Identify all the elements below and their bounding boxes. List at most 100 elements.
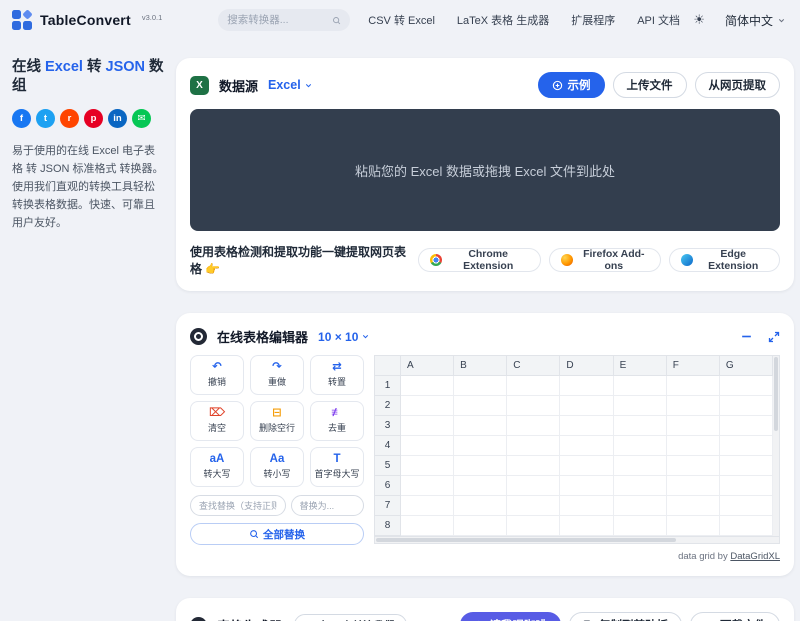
grid-cell[interactable] [454,476,508,496]
grid-cell[interactable] [613,516,667,536]
grid-cell[interactable] [401,496,455,516]
reddit-icon[interactable]: r [60,108,79,128]
download-file-button[interactable]: 下载文件 [690,612,780,621]
tool-delete-empty-rows[interactable]: ⊟ 删除空行 [250,401,304,441]
nav-link-csv-to-excel[interactable]: CSV 转 Excel [368,12,435,28]
grid-cell[interactable] [719,516,773,536]
buy-coffee-button[interactable]: ☕ 请我喝咖啡 [460,612,561,621]
brand-logo[interactable]: TableConvert v3.0.1 [12,9,162,30]
tool-lowercase[interactable]: Aa 转小写 [250,447,304,487]
firefox-addons-button[interactable]: Firefox Add-ons [549,248,662,272]
grid-cell[interactable] [666,476,720,496]
edge-extension-button[interactable]: Edge Extension [669,248,781,272]
follow-x-button[interactable]: X 在 X 上关注我们 [294,614,407,621]
language-selector[interactable]: 简体中文 [725,12,786,29]
grid-cell[interactable] [507,476,561,496]
nav-link-latex-generator[interactable]: LaTeX 表格 生成器 [457,12,549,28]
fullscreen-icon[interactable] [768,331,780,343]
grid-cell[interactable] [613,396,667,416]
row-header[interactable]: 6 [375,476,401,496]
grid-cell[interactable] [507,416,561,436]
grid-cell[interactable] [401,476,455,496]
replace-all-button[interactable]: 全部替换 [190,523,364,545]
grid-cell[interactable] [613,416,667,436]
grid-cell[interactable] [560,436,614,456]
grid-cell[interactable] [401,456,455,476]
grid-cell[interactable] [666,436,720,456]
column-header[interactable]: C [507,356,561,376]
grid-cell[interactable] [613,476,667,496]
twitter-icon[interactable]: t [36,108,55,128]
tool-capitalize[interactable]: T 首字母大写 [310,447,364,487]
grid-cell[interactable] [666,516,720,536]
grid-cell[interactable] [719,436,773,456]
grid-cell[interactable] [454,436,508,456]
grid-cell[interactable] [560,416,614,436]
datagridxl-link[interactable]: DataGridXL [730,551,780,562]
grid-cell[interactable] [507,396,561,416]
row-header[interactable]: 3 [375,416,401,436]
tool-redo[interactable]: ↷ 重做 [250,355,304,395]
grid-cell[interactable] [666,376,720,396]
linkedin-icon[interactable]: in [108,108,127,128]
grid-cell[interactable] [666,496,720,516]
grid-cell[interactable] [719,496,773,516]
copy-to-clipboard-button[interactable]: 复制到剪贴板 [569,612,682,621]
column-header[interactable]: G [719,356,773,376]
grid-cell[interactable] [454,416,508,436]
theme-toggle-sun-icon[interactable]: ☀ [693,12,705,28]
tool-uppercase[interactable]: aA 转大写 [190,447,244,487]
grid-cell[interactable] [560,496,614,516]
grid-cell[interactable] [613,456,667,476]
grid-cell[interactable] [401,416,455,436]
grid-cell[interactable] [454,396,508,416]
grid-cell[interactable] [719,396,773,416]
grid-cell[interactable] [454,516,508,536]
column-header[interactable]: E [613,356,667,376]
tool-deduplicate[interactable]: ≢ 去重 [310,401,364,441]
grid-cell[interactable] [507,456,561,476]
chrome-extension-button[interactable]: Chrome Extension [417,248,542,272]
grid-cell[interactable] [613,436,667,456]
grid-cell[interactable] [507,376,561,396]
paste-dropzone[interactable]: 粘贴您的 Excel 数据或拖拽 Excel 文件到此处 [190,109,780,231]
grid-cell[interactable] [719,416,773,436]
nav-link-extensions[interactable]: 扩展程序 [571,12,615,28]
find-input[interactable] [190,495,286,516]
grid-cell[interactable] [401,516,455,536]
grid-cell[interactable] [560,396,614,416]
grid-cell[interactable] [454,456,508,476]
grid-cell[interactable] [507,436,561,456]
grid-cell[interactable] [613,496,667,516]
source-format-dropdown[interactable]: Excel [268,78,313,92]
grid-cell[interactable] [560,476,614,496]
tool-clear[interactable]: ⌦ 清空 [190,401,244,441]
tool-transpose[interactable]: ⇄ 转置 [310,355,364,395]
converter-search[interactable] [218,9,351,31]
example-button[interactable]: 示例 [537,72,605,98]
upload-file-button[interactable]: 上传文件 [612,72,687,98]
grid-cell[interactable] [560,456,614,476]
grid-cell[interactable] [507,496,561,516]
line-icon[interactable]: ✉ [132,108,151,128]
row-header[interactable]: 2 [375,396,401,416]
row-header[interactable]: 4 [375,436,401,456]
column-header[interactable]: A [401,356,455,376]
replace-input[interactable] [290,495,364,516]
column-header[interactable]: D [560,356,614,376]
grid-cell[interactable] [507,516,561,536]
grid-cell[interactable] [666,416,720,436]
grid-horizontal-scrollbar[interactable] [374,537,780,544]
grid-vertical-scrollbar[interactable] [773,355,780,537]
grid-cell[interactable] [666,396,720,416]
grid-cell[interactable] [401,376,455,396]
row-header[interactable]: 5 [375,456,401,476]
collapse-icon[interactable] [740,330,753,343]
nav-link-api-docs[interactable]: API 文档 [637,12,680,28]
grid-cell[interactable] [719,476,773,496]
grid-cell[interactable] [401,396,455,416]
row-header[interactable]: 1 [375,376,401,396]
search-input[interactable] [227,14,333,26]
column-header[interactable]: F [666,356,720,376]
grid-cell[interactable] [454,496,508,516]
